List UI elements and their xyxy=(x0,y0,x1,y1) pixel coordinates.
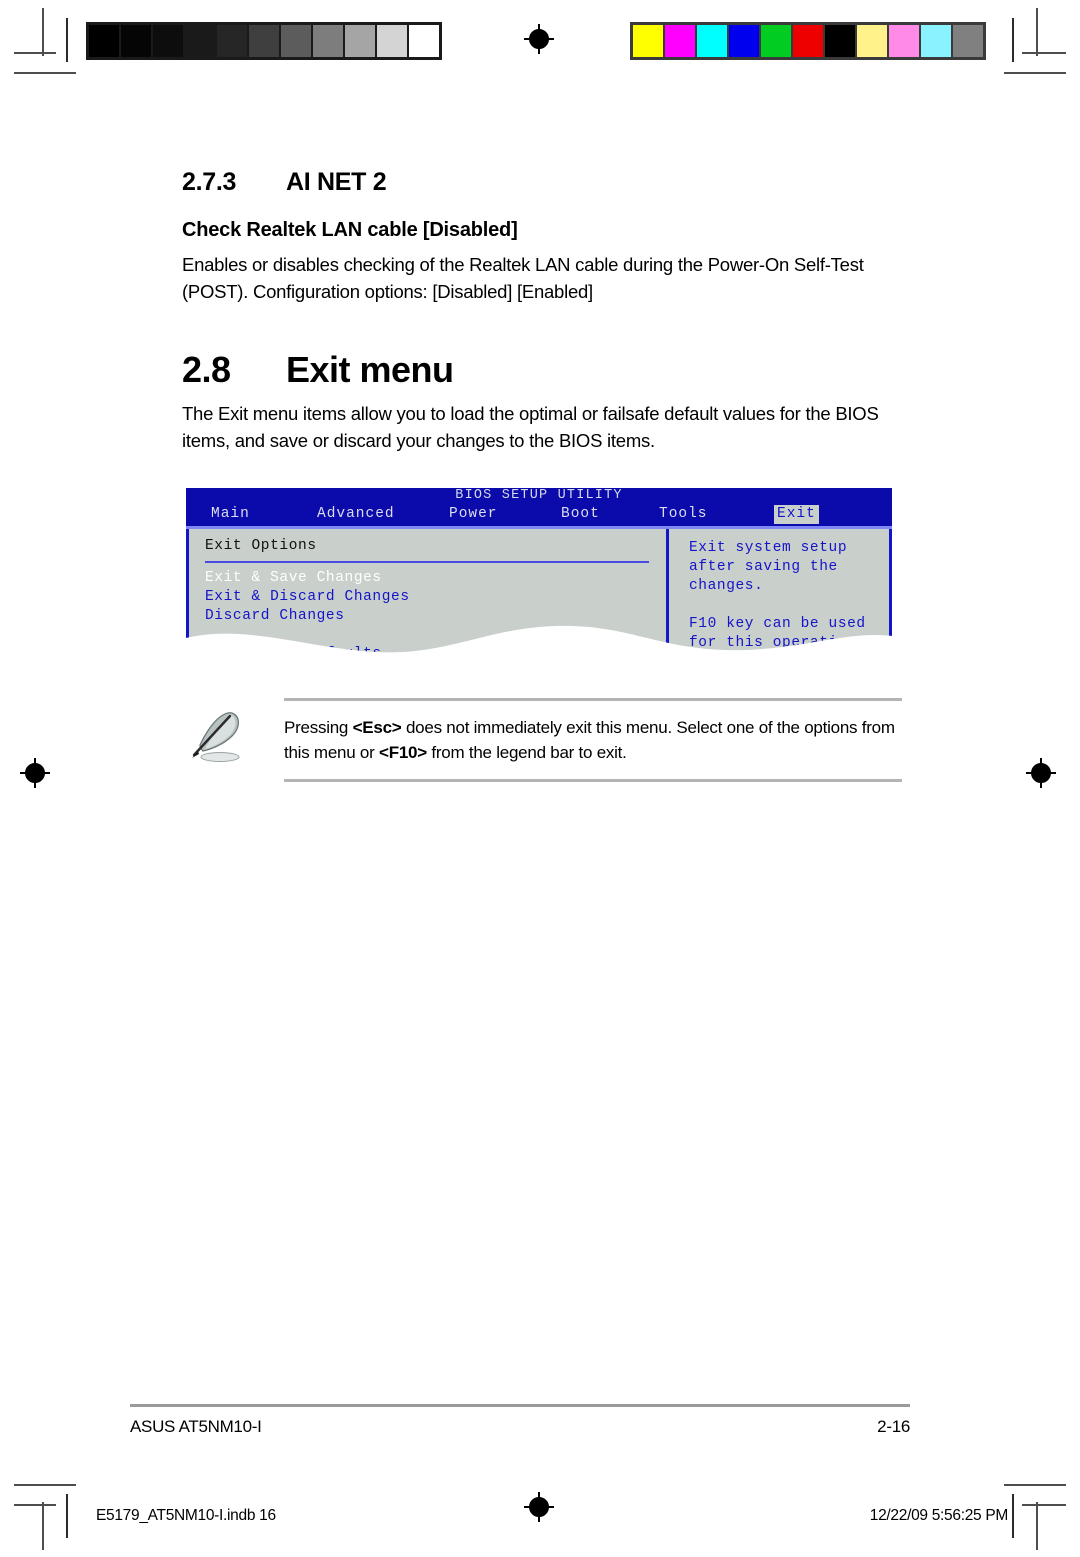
page-footer: ASUS AT5NM10-I 2-16 xyxy=(130,1404,910,1437)
bios-tab-power[interactable]: Power xyxy=(446,505,501,524)
color-patch-8 xyxy=(889,25,919,57)
print-timestamp: 12/22/09 5:56:25 PM xyxy=(869,1507,1009,1524)
note-box: Pressing <Esc> does not immediately exit… xyxy=(182,698,902,782)
footer-row: ASUS AT5NM10-I 2-16 xyxy=(130,1417,910,1437)
heading-2-8-number: 2.8 xyxy=(182,349,231,390)
crop-mark-vertical xyxy=(42,8,44,56)
bios-body: Exit Options Exit & Save Changes Exit & D… xyxy=(186,529,892,656)
gray-patch-2 xyxy=(153,25,183,57)
color-patch-1 xyxy=(665,25,695,57)
crop-mark-horizontal xyxy=(14,1484,76,1486)
registration-target-icon xyxy=(1026,758,1056,788)
bios-help-text-primary: Exit system setup after saving the chang… xyxy=(689,540,848,594)
heading-2-8: 2.8 Exit menu xyxy=(182,349,902,391)
crop-mark-horizontal xyxy=(1004,72,1066,74)
bios-tab-bar: Main Advanced Power Boot Tools Exit xyxy=(186,504,892,526)
color-patch-10 xyxy=(953,25,983,57)
bios-tab-exit[interactable]: Exit xyxy=(774,505,819,524)
bios-options-panel: Exit Options Exit & Save Changes Exit & D… xyxy=(186,529,666,656)
crop-mark-vertical xyxy=(42,1502,44,1550)
gray-patch-10 xyxy=(409,25,439,57)
crop-mark-horizontal xyxy=(14,52,56,54)
note-body: Pressing <Esc> does not immediately exit… xyxy=(284,698,902,782)
crop-mark-horizontal xyxy=(1004,1484,1066,1486)
bios-menu-item-discard-changes[interactable]: Discard Changes xyxy=(205,607,666,626)
bios-menu-list: Exit & Save Changes Exit & Discard Change… xyxy=(205,569,666,656)
crop-mark-vertical xyxy=(1012,1494,1014,1538)
bios-menu-spacer xyxy=(205,626,666,645)
color-control-bar xyxy=(630,22,986,60)
bios-tab-advanced[interactable]: Advanced xyxy=(314,505,398,524)
gray-patch-7 xyxy=(313,25,343,57)
gray-patch-3 xyxy=(185,25,215,57)
bios-help-gap xyxy=(689,596,889,615)
bios-menu-item-exit-save-changes[interactable]: Exit & Save Changes xyxy=(205,569,666,588)
bios-tab-boot[interactable]: Boot xyxy=(558,505,603,524)
bios-menu-item-exit-discard-changes[interactable]: Exit & Discard Changes xyxy=(205,588,666,607)
registration-target-icon xyxy=(524,1492,554,1522)
gray-patch-0 xyxy=(89,25,119,57)
grayscale-step-wedge xyxy=(86,22,442,60)
registration-target-icon xyxy=(524,24,554,54)
registration-target-icon xyxy=(20,758,50,788)
bios-help-text-secondary: F10 key can be used for this operation. xyxy=(689,616,866,651)
bios-setup-screenshot: BIOS SETUP UTILITY Main Advanced Power Boot… xyxy=(186,488,892,656)
color-patch-7 xyxy=(857,25,887,57)
note-key-esc: <Esc> xyxy=(352,718,402,737)
gray-patch-5 xyxy=(249,25,279,57)
note-key-f10: <F10> xyxy=(379,743,427,762)
heading-2-7-3: 2.7.3 AI NET 2 xyxy=(182,168,902,197)
crop-mark-vertical xyxy=(1036,1502,1038,1550)
crop-mark-vertical xyxy=(1036,8,1038,56)
crop-mark-horizontal xyxy=(14,1504,56,1506)
color-patch-5 xyxy=(793,25,823,57)
subheading-check-realtek-lan-cable: Check Realtek LAN cable [Disabled] xyxy=(182,219,518,241)
color-patch-6 xyxy=(825,25,855,57)
paragraph-ai-net-2: Enables or disables checking of the Real… xyxy=(182,254,864,302)
crop-mark-horizontal xyxy=(1022,1504,1066,1506)
color-patch-2 xyxy=(697,25,727,57)
footer-rule xyxy=(130,1404,910,1407)
crop-mark-vertical xyxy=(66,18,68,62)
heading-2-7-3-number: 2.7.3 xyxy=(182,168,237,196)
color-patch-0 xyxy=(633,25,663,57)
bios-help-panel: Exit system setup after saving the chang… xyxy=(669,529,892,656)
crop-mark-vertical xyxy=(66,1494,68,1538)
crop-mark-horizontal xyxy=(14,72,76,74)
bios-tab-tools[interactable]: Tools xyxy=(656,505,711,524)
crop-mark-horizontal xyxy=(1022,52,1066,54)
color-patch-9 xyxy=(921,25,951,57)
bios-panel-rule xyxy=(205,561,649,563)
crop-mark-vertical xyxy=(1012,18,1014,62)
print-marks-top xyxy=(0,0,1080,80)
bios-title-bar: BIOS SETUP UTILITY xyxy=(186,488,892,504)
print-filename: E5179_AT5NM10-I.indb 16 xyxy=(96,1507,276,1524)
color-patch-3 xyxy=(729,25,759,57)
note-text: Pressing <Esc> does not immediately exit… xyxy=(284,715,902,765)
gray-patch-1 xyxy=(121,25,151,57)
gray-patch-4 xyxy=(217,25,247,57)
note-text-part-1: Pressing xyxy=(284,718,353,737)
bios-panel-heading: Exit Options xyxy=(205,538,317,554)
gray-patch-9 xyxy=(377,25,407,57)
footer-page-number: 2-16 xyxy=(877,1417,910,1436)
bios-tab-main[interactable]: Main xyxy=(208,505,253,524)
page-content: 2.7.3 AI NET 2 Check Realtek LAN cable [… xyxy=(0,120,1080,782)
paragraph-exit-menu: The Exit menu items allow you to load th… xyxy=(182,403,879,451)
gray-patch-6 xyxy=(281,25,311,57)
quill-pen-icon xyxy=(192,712,240,762)
gray-patch-8 xyxy=(345,25,375,57)
bios-menu-item-load-setup-defaults[interactable]: Load Setup Defaults xyxy=(205,645,666,656)
heading-2-7-3-title: AI NET 2 xyxy=(286,168,387,196)
footer-product-name: ASUS AT5NM10-I xyxy=(130,1417,262,1436)
heading-2-8-title: Exit menu xyxy=(286,349,454,390)
color-patch-4 xyxy=(761,25,791,57)
bios-title-text: BIOS SETUP UTILITY xyxy=(455,488,623,503)
note-text-part-3: from the legend bar to exit. xyxy=(426,743,627,762)
